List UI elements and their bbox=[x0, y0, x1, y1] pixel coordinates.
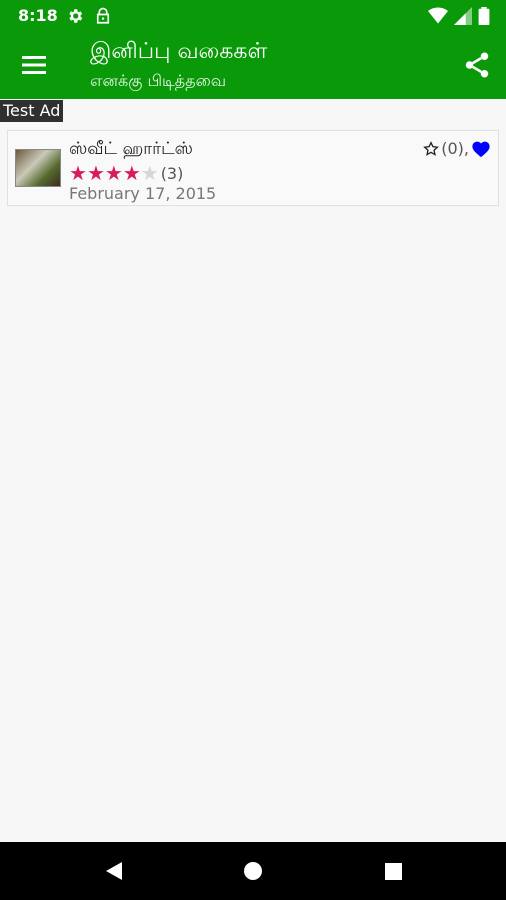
share-icon bbox=[465, 52, 489, 78]
back-icon[interactable] bbox=[104, 861, 124, 881]
navigation-bar bbox=[0, 842, 506, 900]
list-item[interactable]: ஸ்வீட் ஹார்ட்ஸ் ★ ★ ★ ★ ★ (3) February 1… bbox=[7, 130, 499, 206]
star-filled-icon: ★ bbox=[86, 161, 105, 185]
star-outline-icon[interactable] bbox=[423, 140, 440, 157]
test-ad-banner[interactable]: Test Ad bbox=[0, 100, 64, 122]
star-filled-icon: ★ bbox=[122, 161, 141, 185]
status-time: 8:18 bbox=[18, 6, 58, 25]
status-icons-right bbox=[428, 7, 490, 25]
app-subtitle: எனக்கு பிடித்தவை bbox=[90, 71, 227, 90]
hamburger-menu-icon bbox=[22, 56, 46, 74]
rating-stars: ★ ★ ★ ★ ★ (3) bbox=[69, 163, 183, 183]
status-icons-left bbox=[66, 7, 112, 25]
item-thumbnail[interactable] bbox=[15, 149, 61, 187]
favorite-count: (0), bbox=[441, 139, 469, 158]
lock-icon bbox=[96, 7, 110, 24]
item-title[interactable]: ஸ்வீட் ஹார்ட்ஸ் bbox=[69, 139, 193, 161]
home-icon[interactable] bbox=[244, 862, 262, 880]
app-bar: இனிப்பு வகைகள் எனக்கு பிடித்தவை bbox=[0, 33, 506, 99]
signal-icon bbox=[454, 7, 472, 25]
battery-icon bbox=[478, 7, 490, 25]
heart-icon[interactable] bbox=[471, 140, 491, 158]
rating-count: (3) bbox=[160, 163, 184, 183]
wifi-icon bbox=[428, 7, 448, 24]
star-filled-icon: ★ bbox=[69, 161, 87, 185]
star-empty-icon: ★ bbox=[140, 161, 159, 185]
settings-icon bbox=[69, 9, 83, 23]
favorite-area: (0), bbox=[423, 139, 491, 158]
status-bar: 8:18 bbox=[0, 0, 506, 33]
item-date: February 17, 2015 bbox=[69, 184, 217, 203]
share-button[interactable] bbox=[462, 50, 492, 80]
menu-button[interactable] bbox=[16, 50, 52, 80]
app-title: இனிப்பு வகைகள் bbox=[90, 39, 268, 64]
star-filled-icon: ★ bbox=[104, 161, 123, 185]
recent-apps-icon[interactable] bbox=[385, 863, 402, 880]
